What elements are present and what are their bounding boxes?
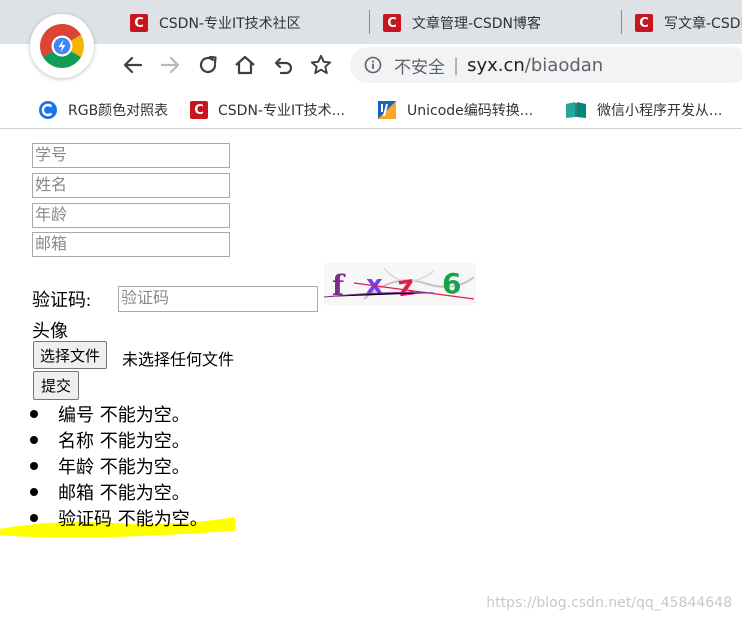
captcha-label: 验证码: [32, 290, 92, 310]
back-arrow-icon [123, 56, 143, 74]
undo-icon [274, 57, 293, 75]
error-item: 年龄 不能为空。 [30, 453, 430, 479]
error-item: 编号 不能为空。 [30, 401, 430, 427]
bookmarks-bar: RGB颜色对照表 C CSDN-专业IT技术... Unicode编码转换...… [0, 90, 742, 129]
csdn-favicon-icon: C [383, 14, 401, 32]
file-status: 未选择任何文件 [122, 350, 235, 369]
tab-write-article[interactable]: C 写文章-CSDN [635, 8, 742, 38]
bullet-icon [30, 514, 38, 522]
tab-article-manage[interactable]: C 文章管理-CSDN博客 [383, 8, 613, 38]
error-item: 名称 不能为空。 [30, 427, 430, 453]
tab-separator [621, 10, 622, 34]
back-button[interactable] [119, 50, 147, 80]
bookmark-star-button[interactable] [307, 50, 335, 80]
home-button[interactable] [231, 50, 259, 80]
bookmark-csdn[interactable]: C CSDN-专业IT技术... [190, 99, 345, 121]
reload-icon [199, 55, 217, 74]
reload-button[interactable] [194, 50, 222, 80]
bookmark-rgb[interactable]: RGB颜色对照表 [38, 99, 168, 121]
forward-button[interactable] [156, 50, 184, 80]
forward-arrow-icon [160, 56, 180, 74]
avatar-label: 头像 [32, 321, 68, 341]
bookmark-unicode[interactable]: Unicode编码转换... [377, 99, 533, 121]
bullet-icon [30, 410, 38, 418]
age-input[interactable] [32, 203, 230, 228]
captcha-image[interactable]: f x z 6 [324, 263, 476, 305]
home-icon [235, 55, 255, 75]
error-text: 名称 不能为空。 [58, 431, 190, 452]
bullet-icon [30, 462, 38, 470]
bullet-icon [30, 436, 38, 444]
tab-csdn-home[interactable]: C CSDN-专业IT技术社区 [130, 8, 360, 38]
url-host: syx.cn [467, 54, 525, 76]
captcha-char: f [332, 269, 346, 302]
bookmark-label: RGB颜色对照表 [68, 103, 169, 119]
undo-button[interactable] [270, 50, 298, 80]
email-input[interactable] [32, 232, 230, 257]
error-text: 邮箱 不能为空。 [58, 483, 190, 504]
error-item: 验证码 不能为空。 [30, 505, 430, 531]
star-icon [310, 54, 332, 75]
address-bar[interactable]: 不安全 | syx.cn/biaodan [350, 47, 742, 83]
csdn-favicon-icon: C [130, 14, 148, 32]
url-path: /biaodan [524, 54, 604, 76]
submit-button[interactable]: 提交 [33, 371, 80, 400]
unicode-icon [378, 101, 396, 119]
bookmark-wechat-miniprogram[interactable]: 微信小程序开发从... [565, 99, 722, 121]
bookmark-label: CSDN-专业IT技术... [218, 103, 345, 119]
name-input[interactable] [32, 173, 230, 198]
choose-file-button[interactable]: 选择文件 [33, 341, 108, 369]
error-text: 年龄 不能为空。 [58, 457, 190, 478]
csdn-favicon-icon: C [635, 14, 653, 32]
security-label: 不安全 [394, 57, 445, 78]
c-blue-icon [39, 101, 57, 119]
error-text: 验证码 不能为空。 [58, 509, 208, 530]
tab-separator [369, 10, 370, 34]
bookmark-label: 微信小程序开发从... [597, 103, 723, 119]
captcha-input[interactable] [118, 286, 318, 312]
bullet-icon [30, 488, 38, 496]
tab-title: 写文章-CSDN [664, 16, 742, 32]
book-icon [566, 102, 586, 118]
error-text: 编号 不能为空。 [58, 405, 190, 426]
chrome-logo-icon [30, 14, 94, 78]
omnibox-separator: | [453, 54, 460, 76]
bookmark-label: Unicode编码转换... [407, 103, 534, 119]
watermark: https://blog.csdn.net/qq_45844648 [486, 595, 732, 611]
error-item: 邮箱 不能为空。 [30, 479, 430, 505]
page-content: 验证码: f x z 6 头像 选择文件 未选择任何文件 提交 编号 不能为空。… [0, 129, 742, 622]
info-icon[interactable] [364, 56, 382, 74]
csdn-favicon-icon: C [190, 101, 208, 119]
student-id-input[interactable] [32, 143, 230, 168]
tab-title: 文章管理-CSDN博客 [412, 16, 541, 32]
tab-title: CSDN-专业IT技术社区 [159, 16, 301, 32]
